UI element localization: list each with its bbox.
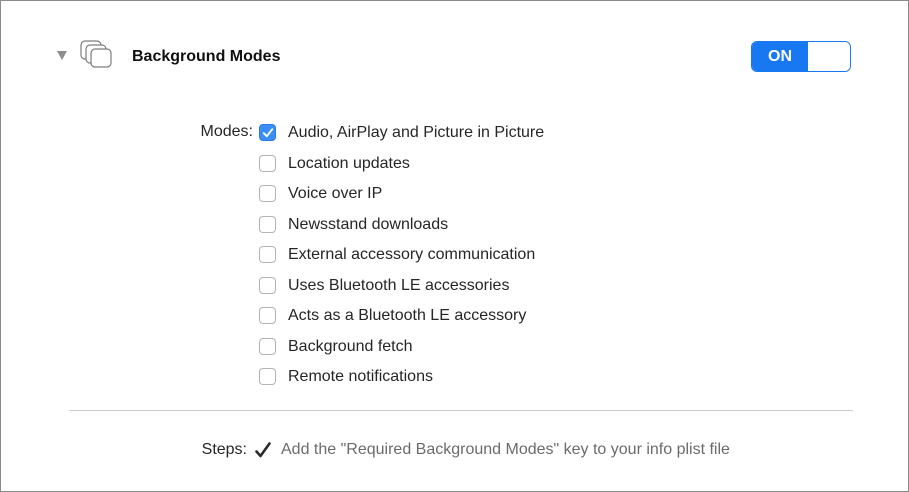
mode-item-voip[interactable]: Voice over IP [259,183,544,214]
mode-label: Background fetch [288,337,413,355]
mode-item-newsstand[interactable]: Newsstand downloads [259,214,544,245]
mode-item-bluetooth-peripheral[interactable]: Acts as a Bluetooth LE accessory [259,305,544,336]
step-text: Add the "Required Background Modes" key … [281,441,730,458]
toggle-on-label: ON [752,42,808,71]
mode-label: Acts as a Bluetooth LE accessory [288,307,527,324]
mode-item-audio[interactable]: Audio, AirPlay and Picture in Picture [259,122,544,153]
steps-label: Steps: [201,441,247,458]
checkbox[interactable] [259,215,276,233]
divider [69,410,853,411]
mode-label: External accessory communication [288,246,536,263]
mode-label: Audio, AirPlay and Picture in Picture [288,124,545,141]
checkbox[interactable] [259,246,276,263]
modes-label: Modes: [200,123,253,140]
background-modes-toggle[interactable]: ON [751,41,851,72]
checkbox-checked[interactable] [259,124,276,141]
disclosure-triangle-icon[interactable] [57,51,67,60]
checkbox[interactable] [259,276,276,294]
capabilities-stack-icon [80,40,112,68]
mode-item-bluetooth-central[interactable]: Uses Bluetooth LE accessories [259,275,544,306]
mode-item-location[interactable]: Location updates [259,153,544,184]
checkmark-icon [262,128,274,138]
modes-list: Audio, AirPlay and Picture in Picture Lo… [259,122,544,397]
checkmark-icon [255,442,271,458]
toggle-knob [808,42,850,71]
checkbox[interactable] [259,307,276,324]
checkbox[interactable] [259,154,276,172]
checkbox[interactable] [259,368,276,385]
mode-item-remote-notifications[interactable]: Remote notifications [259,366,544,397]
checkbox[interactable] [259,337,276,355]
mode-label: Newsstand downloads [288,215,449,233]
mode-item-background-fetch[interactable]: Background fetch [259,336,544,367]
mode-label: Uses Bluetooth LE accessories [288,276,510,294]
capability-panel: Background Modes ON Modes: Audio, AirPla… [0,0,909,492]
mode-label: Remote notifications [288,368,433,385]
mode-label: Voice over IP [288,185,383,202]
mode-label: Location updates [288,154,410,172]
section-title: Background Modes [132,48,281,65]
mode-item-external-accessory[interactable]: External accessory communication [259,244,544,275]
checkbox[interactable] [259,185,276,202]
